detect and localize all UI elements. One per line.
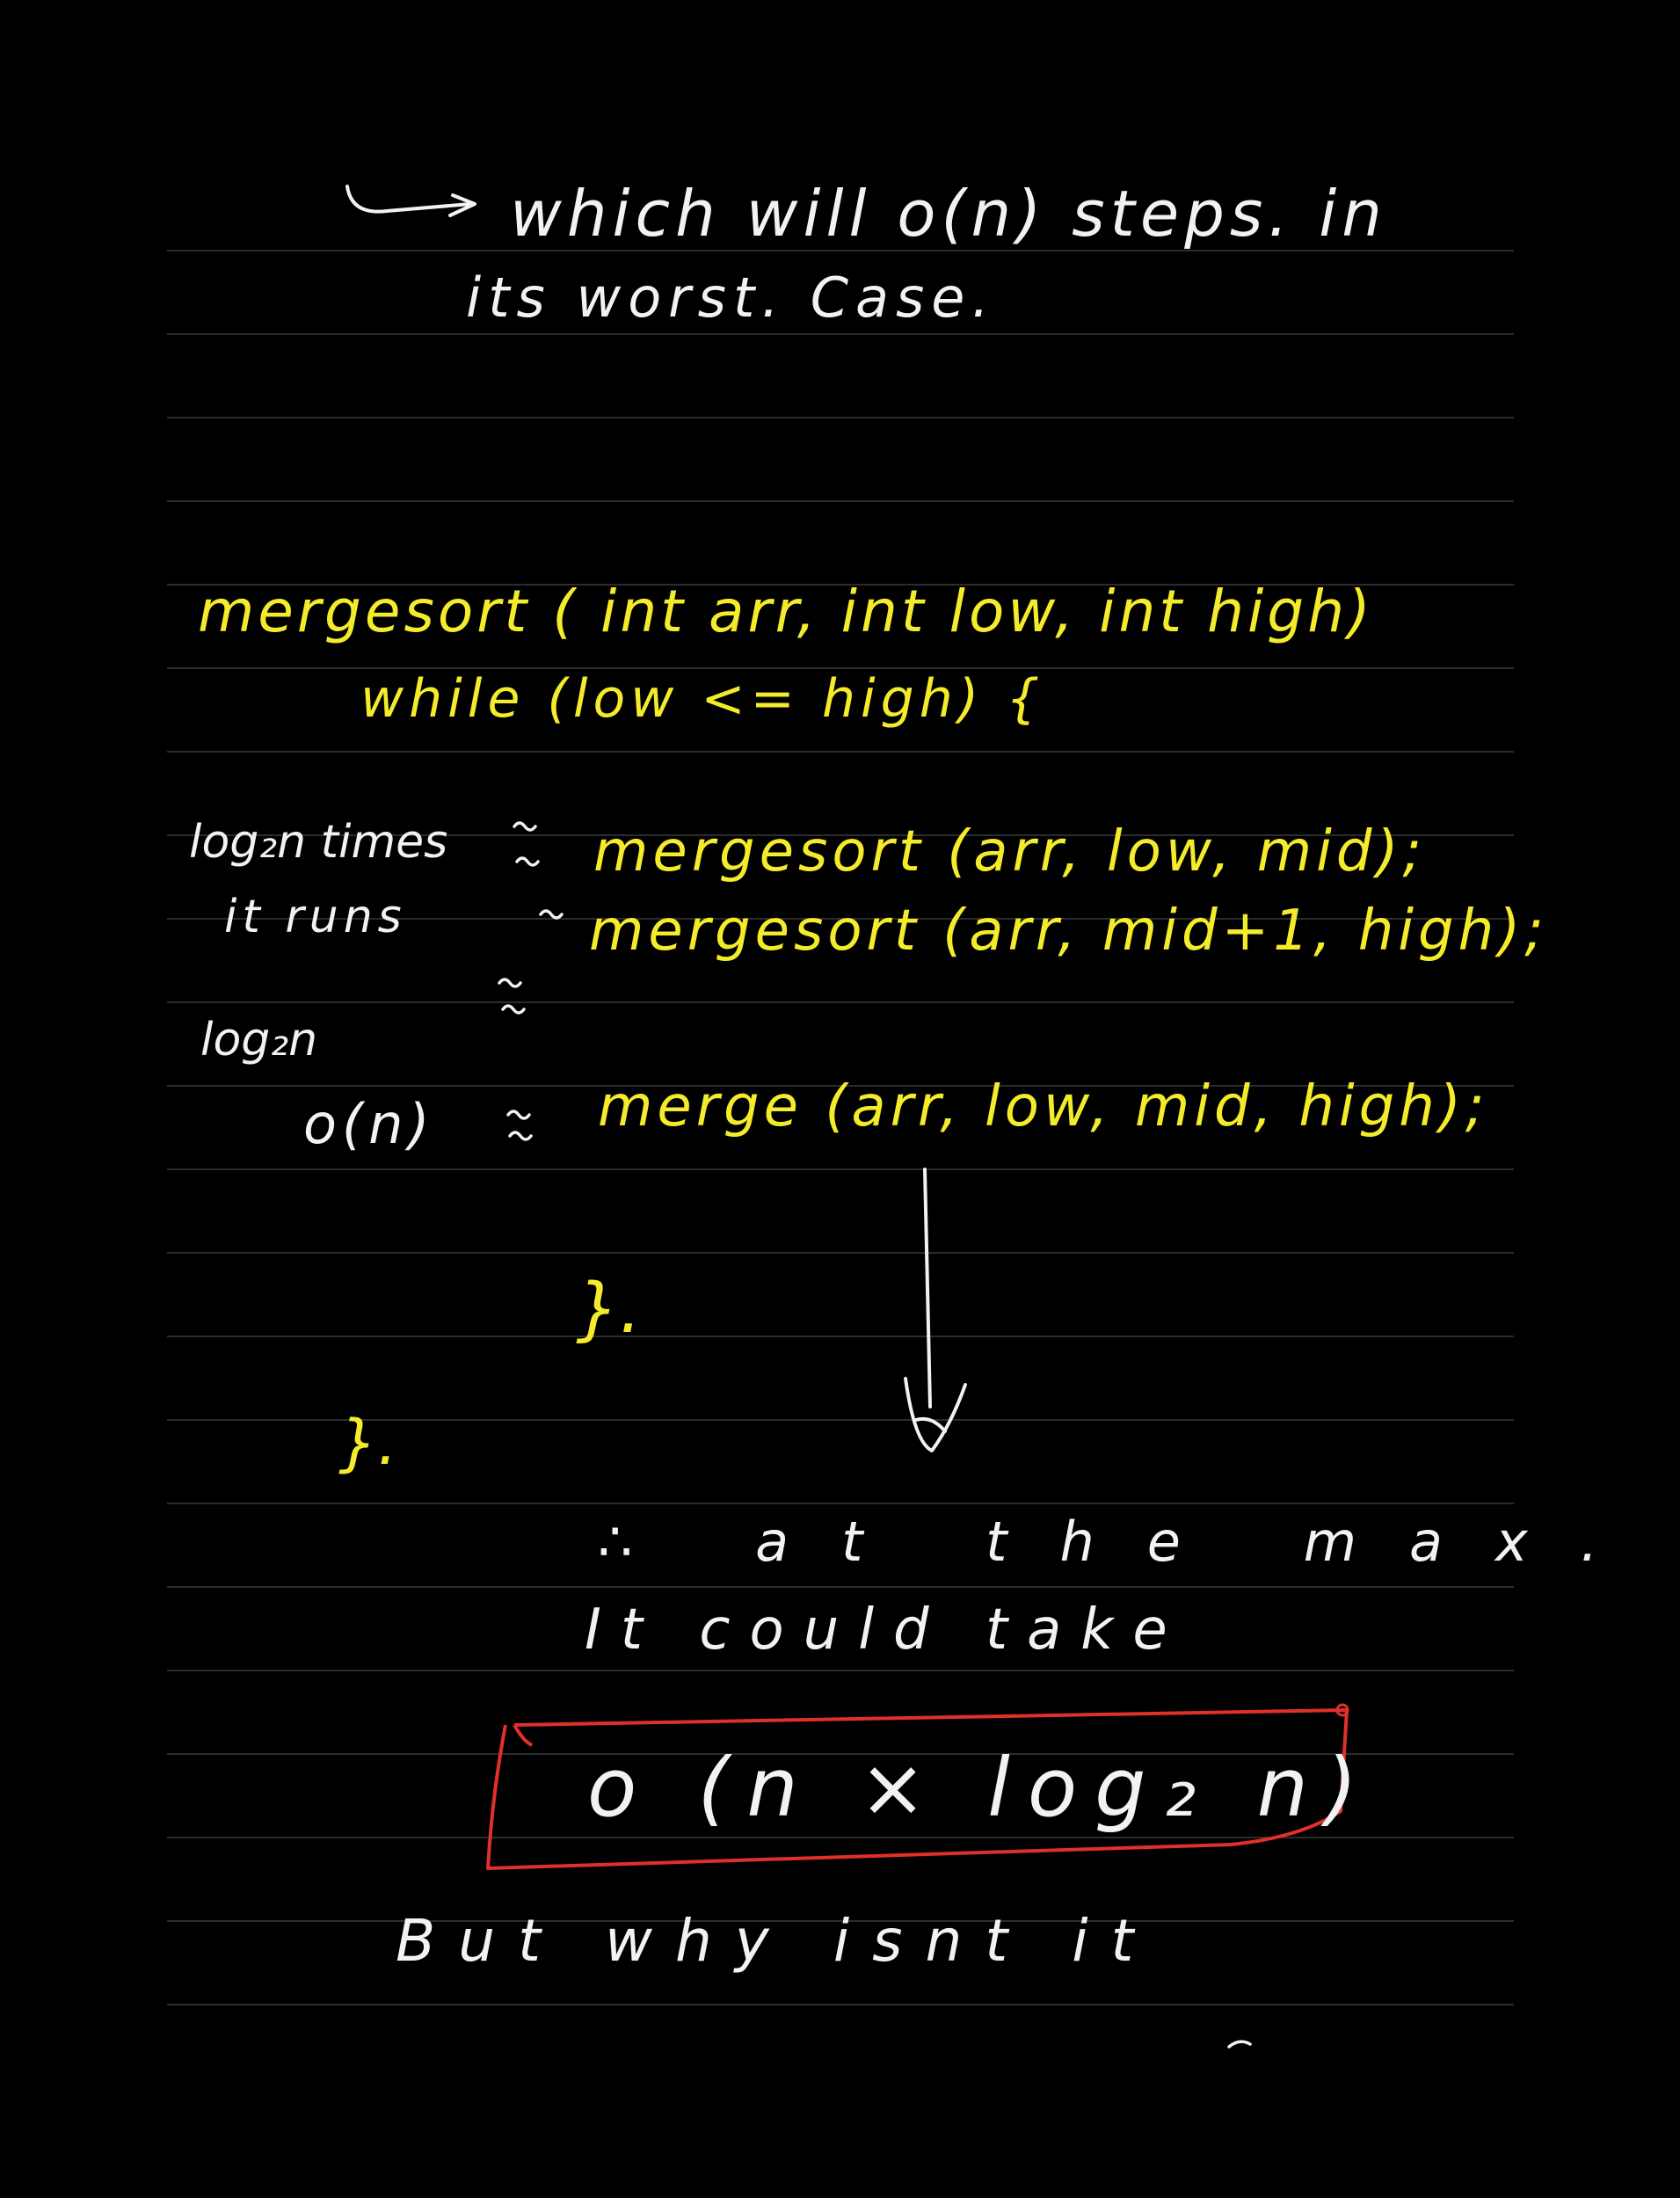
- annotation-it-runs: it runs: [224, 891, 407, 943]
- small-brace: }.: [338, 1407, 397, 1479]
- code-merge: merge (arr, low, mid, high);: [598, 1074, 1488, 1139]
- code-signature: mergesort ( int arr, int low, int high): [198, 578, 1374, 645]
- trailing-stroke: [1227, 2040, 1252, 2049]
- code-mergesort-right: mergesort (arr, mid+1, high);: [589, 899, 1548, 964]
- down-arrow-icon: [904, 1168, 967, 1452]
- annotation-log2n: log₂n: [200, 1014, 317, 1066]
- conclusion-line-1: ∴ at the max.: [598, 1510, 1650, 1574]
- code-mergesort-left: mergesort (arr, low, mid);: [593, 819, 1426, 884]
- code-closing-brace: }.: [576, 1270, 641, 1349]
- tilde-marks: [498, 821, 564, 1141]
- notebook-page: which will o(n) steps. in its worst. Cas…: [167, 177, 1650, 2049]
- annotation-log2n-times: log₂n times: [189, 816, 447, 869]
- annotation-o-n: o(n): [303, 1092, 435, 1156]
- hook-arrow-icon: [345, 185, 476, 217]
- code-while: while (low <= high) {: [360, 668, 1044, 730]
- conclusion-line-2: It could take: [585, 1598, 1187, 1663]
- boxed-result: o (n × log₂ n): [587, 1741, 1375, 1835]
- note-line-1: which will o(n) steps. in: [510, 177, 1387, 251]
- question-line: But why isnt it: [396, 1907, 1156, 1975]
- note-line-2: its worst. Case.: [466, 266, 996, 330]
